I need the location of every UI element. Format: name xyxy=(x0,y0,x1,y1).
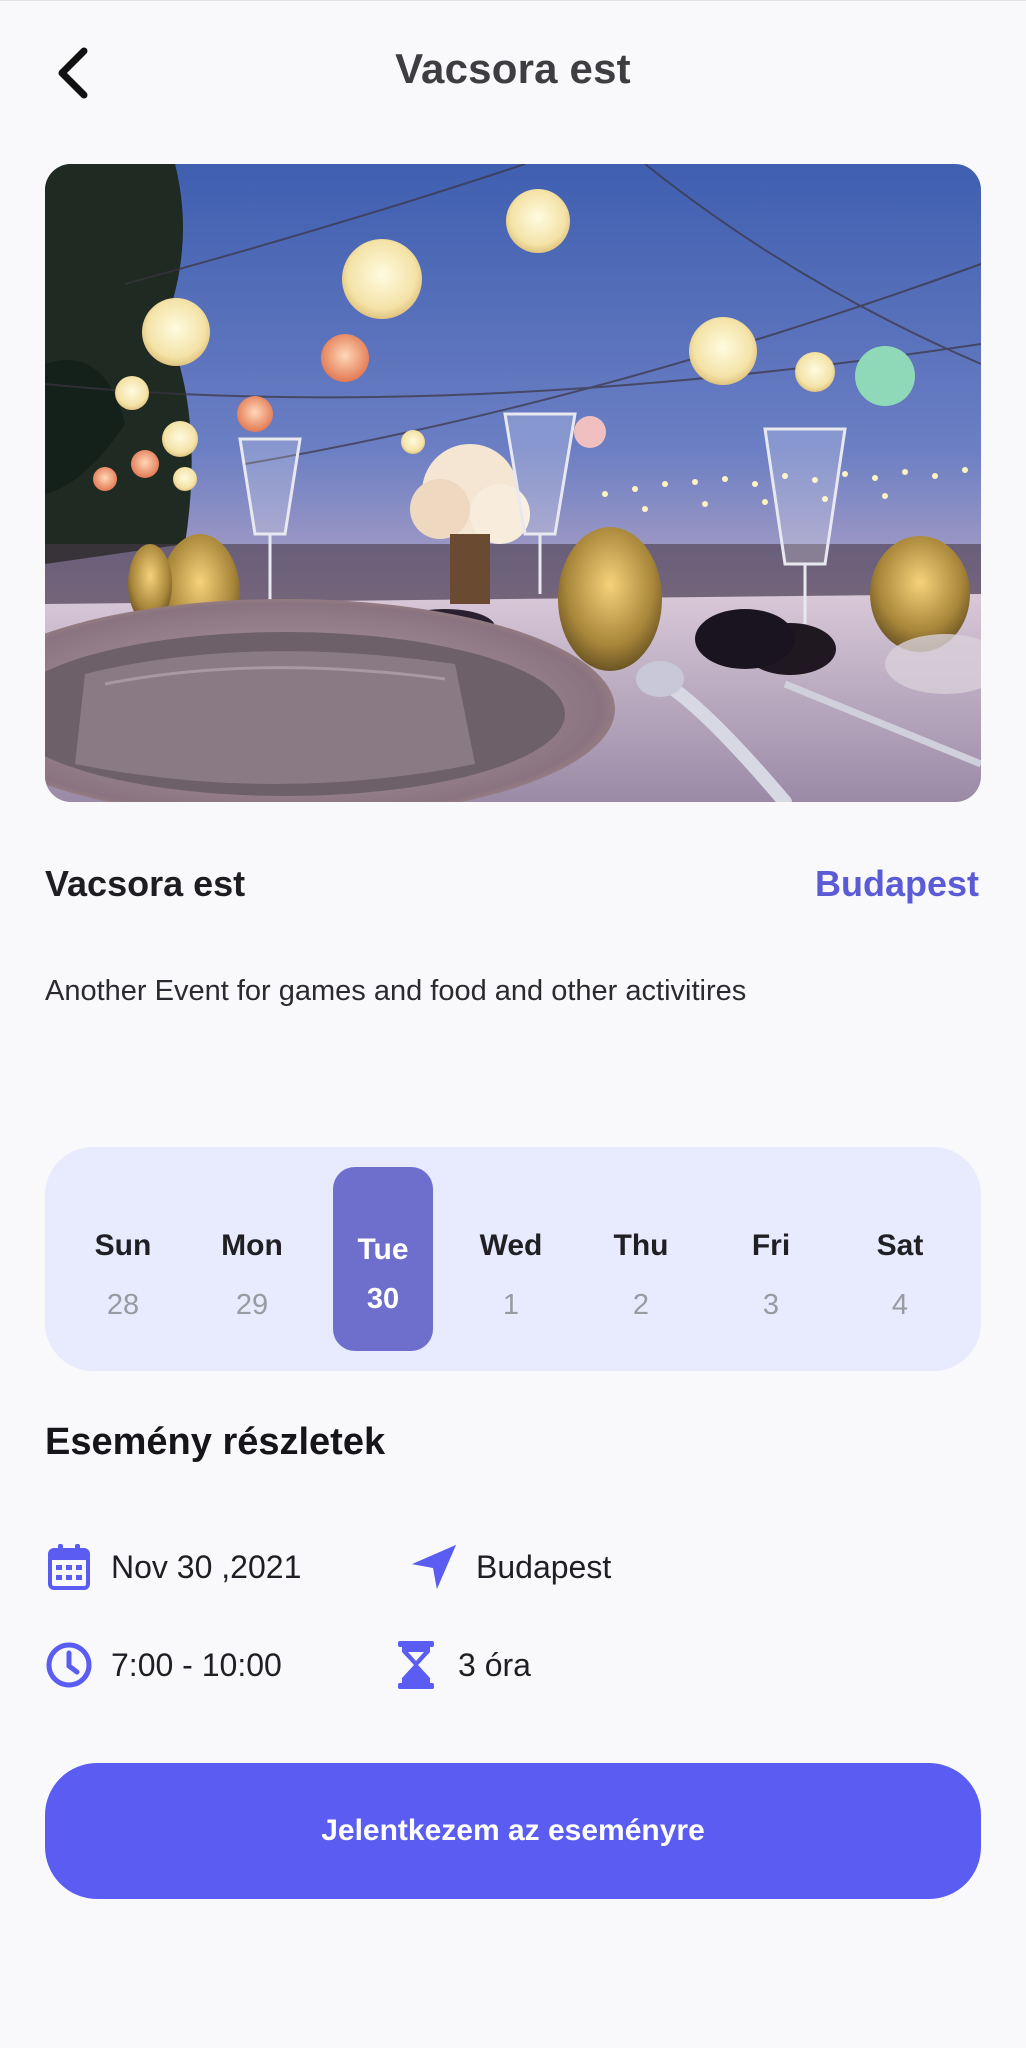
details-section-title: Esemény részletek xyxy=(45,1421,386,1463)
page-title: Vacsora est xyxy=(395,45,631,92)
day-number: 28 xyxy=(106,1289,140,1321)
event-duration: 3 óra xyxy=(458,1646,531,1683)
detail-time: 7:00 - 10:00 xyxy=(45,1641,282,1689)
day-name: Thu xyxy=(613,1229,669,1262)
day-wed[interactable]: Wed 1 xyxy=(461,1167,561,1351)
day-tue-selected[interactable]: Tue 30 xyxy=(333,1167,433,1351)
day-number: 3 xyxy=(762,1289,780,1321)
day-fri[interactable]: Fri 3 xyxy=(721,1167,821,1351)
day-number: 2 xyxy=(632,1289,650,1321)
app-header: Vacsora est xyxy=(0,1,1026,141)
week-day-picker: Sun 28 Mon 29 Tue 30 Wed 1 Thu 2 Fri 3 S… xyxy=(45,1147,981,1371)
event-location: Budapest xyxy=(476,1548,612,1585)
day-name: Wed xyxy=(479,1229,543,1262)
clock-icon xyxy=(45,1641,93,1689)
navigation-arrow-icon xyxy=(410,1543,458,1591)
day-name: Sun xyxy=(94,1229,152,1262)
day-name: Tue xyxy=(357,1233,409,1266)
event-date: Nov 30 ,2021 xyxy=(111,1548,302,1585)
event-description: Another Event for games and food and oth… xyxy=(45,975,747,1007)
day-name: Sat xyxy=(876,1229,924,1262)
day-name: Mon xyxy=(221,1229,283,1262)
day-sat[interactable]: Sat 4 xyxy=(850,1167,950,1351)
event-time: 7:00 - 10:00 xyxy=(111,1646,282,1683)
detail-location: Budapest xyxy=(410,1543,611,1591)
calendar-icon xyxy=(45,1543,93,1591)
hourglass-icon xyxy=(392,1641,440,1689)
detail-date: Nov 30 ,2021 xyxy=(45,1543,301,1591)
day-thu[interactable]: Thu 2 xyxy=(591,1167,691,1351)
day-name: Fri xyxy=(751,1229,791,1262)
detail-duration: 3 óra xyxy=(392,1641,531,1689)
day-number: 30 xyxy=(366,1283,400,1315)
day-number: 1 xyxy=(502,1289,520,1321)
day-sun[interactable]: Sun 28 xyxy=(73,1167,173,1351)
register-button[interactable]: Jelentkezem az eseményre xyxy=(45,1763,981,1899)
event-name: Vacsora est xyxy=(45,863,246,904)
day-mon[interactable]: Mon 29 xyxy=(202,1167,302,1351)
event-city-link[interactable]: Budapest xyxy=(815,863,979,905)
day-number: 4 xyxy=(891,1289,909,1321)
day-number: 29 xyxy=(235,1289,269,1321)
event-photo xyxy=(45,164,981,802)
event-detail-screen: Vacsora est Vacsora est Budapest Another… xyxy=(0,0,1026,2048)
